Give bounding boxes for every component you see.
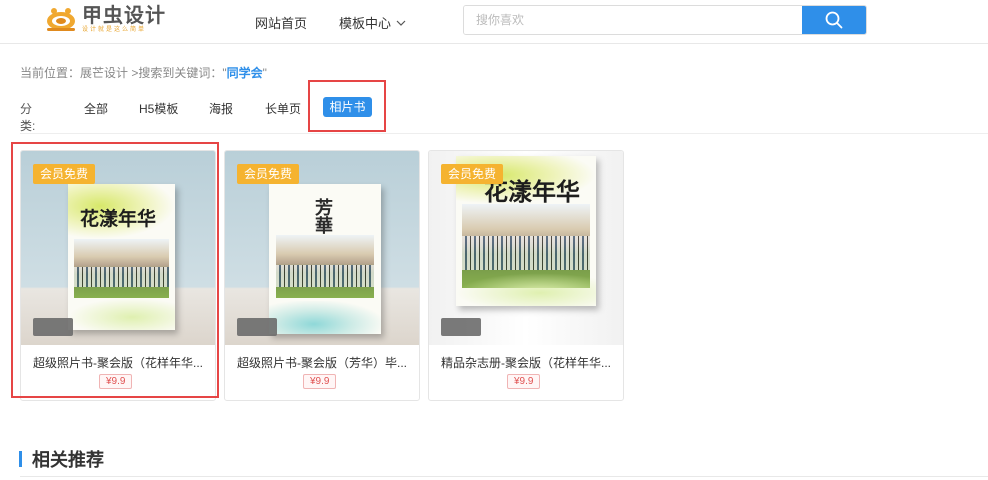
breadcrumb-site-link[interactable]: 展芒设计 [80, 66, 128, 80]
template-card[interactable]: 花漾年华 会员免费 超级照片书-聚会版（花样年华... ¥9.9 [20, 150, 216, 401]
category-poster[interactable]: 海报 [209, 100, 233, 117]
photobook-cover: 花漾年华 [68, 184, 175, 330]
template-card[interactable]: 花漾年华 会员免费 精品杂志册-聚会版（花样年华... ¥9.9 [428, 150, 624, 401]
category-long-page[interactable]: 长单页 [265, 100, 301, 117]
breadcrumb-keyword: 同学会 [226, 66, 263, 80]
breadcrumb-quote-close: " [262, 66, 267, 80]
search-button[interactable] [802, 6, 866, 34]
price-tag: ¥9.9 [303, 374, 337, 389]
site-logo[interactable]: 甲虫设计 设计就是这么简单 [44, 4, 166, 34]
member-free-badge: 会员免费 [237, 164, 300, 184]
logo-slogan: 设计就是这么简单 [82, 27, 147, 33]
beetle-logo-icon [44, 5, 78, 33]
member-free-badge: 会员免费 [441, 164, 504, 184]
search-icon [825, 11, 843, 29]
category-highlight-box: 相片书 [308, 80, 386, 132]
heading-accent-bar [19, 451, 22, 467]
divider [20, 133, 988, 134]
related-title: 相关推荐 [32, 450, 104, 470]
related-divider [20, 476, 988, 477]
breadcrumb-prefix: 当前位置： [20, 66, 81, 80]
photobook-cover: 芳華 [269, 184, 381, 334]
card-title[interactable]: 超级照片书-聚会版（花样年华... [33, 354, 205, 371]
category-label: 分类: [20, 102, 36, 133]
search-box [463, 5, 867, 35]
nav-home-link[interactable]: 网站首页 [255, 13, 307, 32]
nav-template-label: 模板中心 [339, 16, 392, 31]
member-free-badge: 会员免费 [33, 164, 96, 184]
cover-title: 芳華 [312, 198, 333, 234]
category-all[interactable]: 全部 [84, 100, 108, 117]
search-input[interactable] [464, 6, 804, 34]
price-tag: ¥9.9 [507, 374, 541, 389]
logo-title: 甲虫设计 [82, 3, 166, 27]
type-tag [33, 318, 73, 336]
breadcrumb: 当前位置：展芒设计 >搜索到关键词："同学会" [20, 64, 267, 81]
card-title[interactable]: 超级照片书-聚会版（芳华）毕... [237, 354, 409, 371]
related-section-heading: 相关推荐 [19, 446, 104, 472]
price-tag: ¥9.9 [99, 374, 133, 389]
breadcrumb-sep: >搜索到关键词： [128, 66, 223, 80]
category-photobook[interactable]: 相片书 [323, 97, 372, 117]
site-header: 甲虫设计 设计就是这么简单 网站首页 模板中心 [0, 0, 988, 44]
category-h5[interactable]: H5模板 [139, 100, 178, 117]
cover-title: 花漾年华 [80, 208, 157, 230]
chevron-down-icon [396, 20, 406, 26]
type-tag [237, 318, 277, 336]
card-title[interactable]: 精品杂志册-聚会版（花样年华... [441, 354, 613, 371]
nav-template-center[interactable]: 模板中心 [339, 13, 406, 32]
type-tag [441, 318, 481, 336]
template-card[interactable]: 芳華 会员免费 超级照片书-聚会版（芳华）毕... ¥9.9 [224, 150, 420, 401]
